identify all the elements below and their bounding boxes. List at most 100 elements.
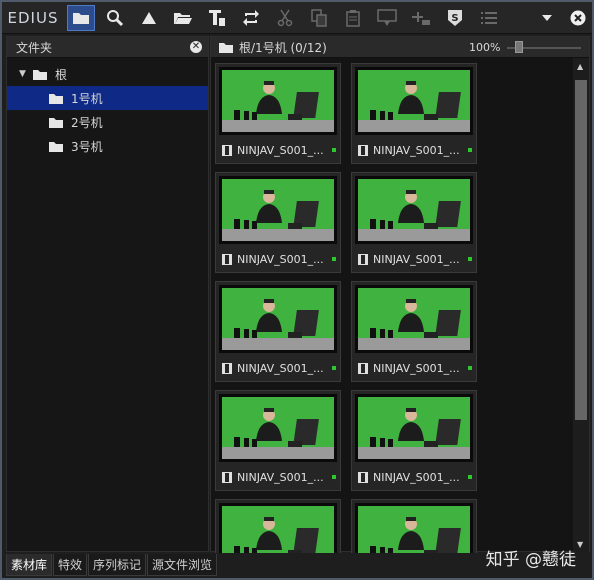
clip-label: NINJAV_S001_... [358, 470, 472, 484]
clip-thumbnail [358, 179, 470, 241]
tree-item-camera-1[interactable]: 1号机 [7, 86, 208, 110]
vertical-scrollbar[interactable]: ▲ ▼ [573, 58, 589, 553]
status-dot [468, 366, 472, 370]
tree-item-camera-2[interactable]: 2号机 [7, 110, 208, 134]
thumbnail-frame [355, 394, 473, 462]
film-icon [222, 253, 232, 265]
clip-name: NINJAV_S001_... [237, 252, 324, 266]
scroll-down-icon[interactable]: ▼ [577, 540, 583, 549]
clip-thumbnail [358, 70, 470, 132]
clipboard-icon [346, 9, 360, 27]
replace-button[interactable] [234, 3, 268, 33]
tree-item-label: 3号机 [71, 139, 103, 154]
dropdown-button[interactable] [530, 3, 564, 33]
clip-item[interactable]: NINJAV_S001_... [215, 499, 341, 553]
scissors-icon [277, 9, 293, 26]
thumbnail-frame [355, 503, 473, 553]
folder-icon [49, 117, 63, 128]
film-icon [222, 471, 232, 483]
clip-item[interactable]: NINJAV_S001_... [215, 63, 341, 164]
tab-source-browser[interactable]: 源文件浏览 [147, 554, 218, 576]
monitor-add-icon [377, 8, 397, 26]
thumbnail-frame [219, 67, 337, 135]
clip-item[interactable]: NINJAV_S001_... [351, 499, 477, 553]
status-dot [332, 366, 336, 370]
panel-tabs: 素材库 特效 序列标记 源文件浏览 [6, 554, 218, 576]
tree-item-label: 2号机 [71, 115, 103, 130]
status-dot [332, 257, 336, 261]
clip-thumbnail [222, 179, 334, 241]
open-button[interactable] [166, 3, 200, 33]
status-dot [332, 475, 336, 479]
tree-item-root[interactable]: ▼ 根 [7, 62, 208, 86]
thumbnail-frame [355, 176, 473, 244]
film-icon [358, 253, 368, 265]
zoom-slider-handle[interactable] [515, 41, 523, 53]
copy-button[interactable] [302, 3, 336, 33]
folder-panel-header: 文件夹 ✕ [7, 37, 208, 58]
svg-text:S: S [451, 13, 458, 24]
tab-effects[interactable]: 特效 [53, 554, 88, 576]
film-icon [358, 144, 368, 156]
film-icon [222, 362, 232, 374]
clip-item[interactable]: NINJAV_S001_... [215, 281, 341, 382]
chevron-down-icon [542, 14, 552, 21]
clip-thumbnail [358, 397, 470, 459]
app-window: EDIUS S 文件夹 ✕ ▼ 根 1号机 2号机 3号机 根/1号机 (0/1… [0, 0, 594, 580]
folder-view-button[interactable] [67, 4, 95, 31]
clip-name: NINJAV_S001_... [237, 143, 324, 157]
thumbnail-frame [219, 394, 337, 462]
add-to-timeline-button[interactable] [370, 3, 404, 33]
folder-icon [33, 69, 47, 80]
search-icon [107, 9, 124, 26]
tree-item-camera-3[interactable]: 3号机 [7, 134, 208, 158]
folder-icon [73, 12, 89, 24]
tree-item-label: 1号机 [71, 91, 103, 106]
open-folder-icon [174, 12, 192, 24]
clip-label: NINJAV_S001_... [358, 252, 472, 266]
clip-item[interactable]: NINJAV_S001_... [351, 63, 477, 164]
toolbar: EDIUS S [2, 2, 592, 34]
thumbnail-frame [355, 285, 473, 353]
folder-panel-title: 文件夹 [16, 40, 53, 55]
clip-label: NINJAV_S001_... [222, 252, 336, 266]
clip-grid: NINJAV_S001_... NINJAV_S001_... NINJAV_S… [215, 63, 573, 553]
thumbnail-frame [219, 176, 337, 244]
clip-item[interactable]: NINJAV_S001_... [351, 390, 477, 491]
search-button[interactable] [98, 3, 132, 33]
add-title-button[interactable] [200, 3, 234, 33]
clip-name: NINJAV_S001_... [373, 470, 460, 484]
scroll-up-icon[interactable]: ▲ [577, 62, 583, 71]
folder-panel: 文件夹 ✕ ▼ 根 1号机 2号机 3号机 [6, 36, 209, 552]
tab-sequence-markers[interactable]: 序列标记 [88, 554, 147, 576]
folder-icon [219, 42, 233, 53]
tab-bin[interactable]: 素材库 [6, 554, 53, 576]
status-dot [332, 148, 336, 152]
properties-button[interactable]: S [438, 3, 472, 33]
clip-name: NINJAV_S001_... [373, 252, 460, 266]
watermark: 知乎 @戆徒 [485, 550, 576, 570]
add-sequence-button[interactable] [404, 3, 438, 33]
clip-item[interactable]: NINJAV_S001_... [215, 172, 341, 273]
expand-arrow-icon[interactable]: ▼ [19, 69, 29, 79]
thumbnail-frame [219, 503, 337, 553]
scrollbar-thumb[interactable] [575, 80, 587, 420]
clip-item[interactable]: NINJAV_S001_... [351, 281, 477, 382]
clip-item[interactable]: NINJAV_S001_... [351, 172, 477, 273]
clip-thumbnail [222, 70, 334, 132]
zoom-level: 100% [469, 41, 501, 54]
close-folder-panel-icon[interactable]: ✕ [190, 41, 202, 53]
film-icon [358, 362, 368, 374]
title-icon [209, 9, 225, 26]
list-view-button[interactable] [472, 3, 506, 33]
up-level-button[interactable] [132, 3, 166, 33]
clip-item[interactable]: NINJAV_S001_... [215, 390, 341, 491]
folder-tree: ▼ 根 1号机 2号机 3号机 [7, 58, 208, 158]
cut-button[interactable] [268, 3, 302, 33]
replace-icon [243, 9, 259, 26]
clip-label: NINJAV_S001_... [222, 143, 336, 157]
paste-button[interactable] [336, 3, 370, 33]
copy-icon [311, 8, 327, 27]
close-window-button[interactable] [564, 3, 592, 33]
status-dot [468, 475, 472, 479]
